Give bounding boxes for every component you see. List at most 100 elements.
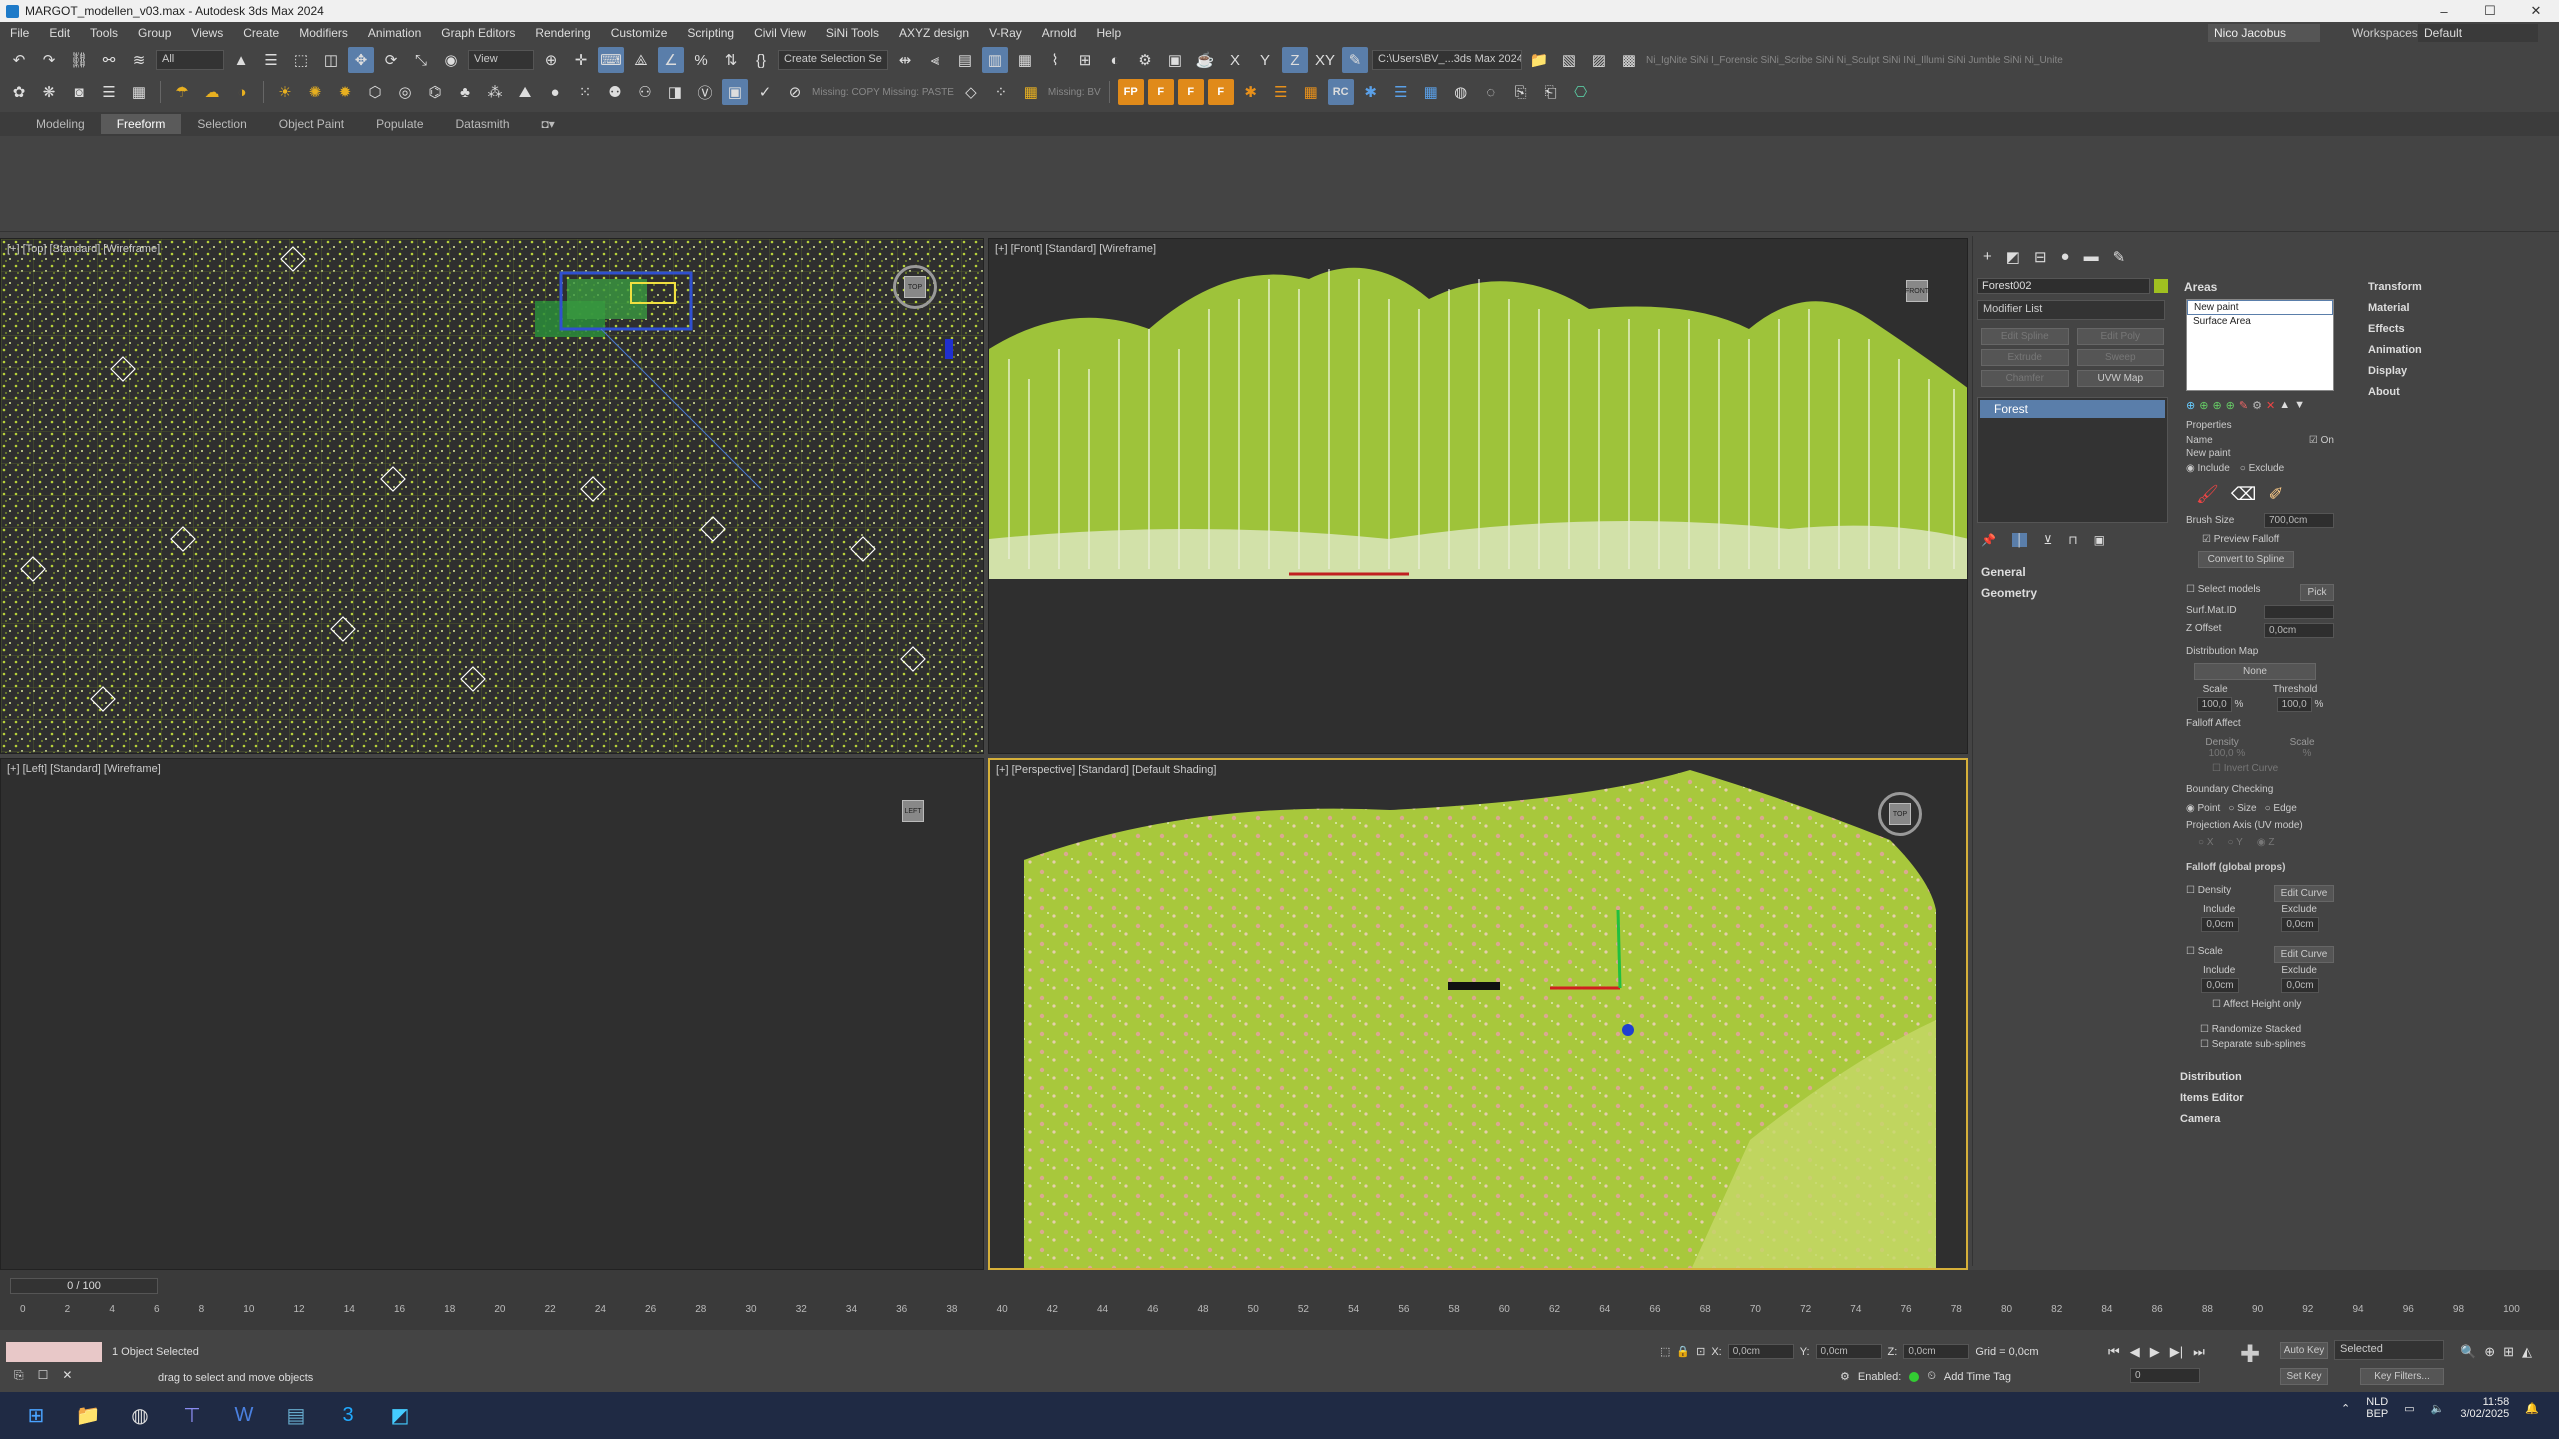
paint-brush-tool-icon[interactable]: 🖌: [2196, 484, 2219, 505]
ribbon-options-icon[interactable]: ◘▾: [526, 114, 571, 134]
percent-snap-icon[interactable]: %: [688, 47, 714, 73]
affect-height-checkbox[interactable]: ☐: [2212, 999, 2221, 1010]
scene-icon-1[interactable]: ▧: [1556, 47, 1582, 73]
edge-radio[interactable]: ○: [2265, 803, 2271, 814]
ribbon-tab-populate[interactable]: Populate: [360, 114, 439, 134]
app-icon[interactable]: ▤: [280, 1400, 312, 1432]
lock-icon[interactable]: 🔒: [1676, 1345, 1690, 1358]
pick-button[interactable]: Pick: [2300, 584, 2334, 601]
tool-blue-icon-2[interactable]: ☰: [1388, 79, 1414, 105]
modifier-list-dropdown[interactable]: Modifier List: [1977, 300, 2165, 320]
brush-size-spinner[interactable]: 700,0cm: [2264, 513, 2334, 528]
menu-graph-editors[interactable]: Graph Editors: [431, 26, 525, 40]
zoom-all-icon[interactable]: ⊕: [2484, 1344, 2495, 1360]
windows-start-icon[interactable]: ⊞: [20, 1400, 52, 1432]
vray-camera-icon[interactable]: ◨: [662, 79, 688, 105]
include-radio[interactable]: ◉: [2186, 463, 2195, 474]
area-item-new-paint[interactable]: New paint: [2187, 300, 2333, 315]
paint-brush-icon[interactable]: ✿: [6, 79, 32, 105]
area-name-field[interactable]: New paint: [2172, 448, 2348, 459]
modify-tab-icon[interactable]: ◩: [2006, 248, 2020, 266]
go-to-start-icon[interactable]: ⏮: [2108, 1344, 2120, 1360]
select-rotate-icon[interactable]: ⟳: [378, 47, 404, 73]
f-button-1[interactable]: F: [1147, 79, 1174, 105]
rc-button[interactable]: RC: [1327, 79, 1354, 105]
density-spinner[interactable]: 100,0: [2209, 748, 2234, 759]
script-icon-1[interactable]: ⎘: [1508, 79, 1534, 105]
move-up-icon[interactable]: ▲: [2279, 399, 2290, 412]
scene-icon-2[interactable]: ▨: [1586, 47, 1612, 73]
toggle-ribbon-icon[interactable]: ▦: [1012, 47, 1038, 73]
x-coordinate-field[interactable]: 0,0cm: [1727, 1344, 1794, 1359]
f-button-3[interactable]: F: [1207, 79, 1234, 105]
scene-states-icon[interactable]: ▦: [126, 79, 152, 105]
menu-file[interactable]: File: [0, 26, 39, 40]
ribbon-tab-modeling[interactable]: Modeling: [20, 114, 101, 134]
minimize-button[interactable]: –: [2421, 0, 2467, 22]
menu-tools[interactable]: Tools: [80, 26, 128, 40]
menu-sini-tools[interactable]: SiNi Tools: [816, 26, 889, 40]
notification-bell-icon[interactable]: 🔔: [2525, 1402, 2539, 1415]
project-path-dropdown[interactable]: C:\Users\BV_...3ds Max 2024: [1372, 50, 1522, 70]
pivot-center-icon[interactable]: ⊕: [538, 47, 564, 73]
render-production-icon[interactable]: ☕: [1192, 47, 1218, 73]
script-icon-3[interactable]: ⎔: [1568, 79, 1594, 105]
make-unique-icon[interactable]: ⊻: [2043, 533, 2052, 547]
uvw-map-button[interactable]: UVW Map: [2076, 370, 2164, 387]
menu-help[interactable]: Help: [1086, 26, 1131, 40]
density-exclude-spinner[interactable]: 0,0cm: [2281, 917, 2319, 932]
menu-create[interactable]: Create: [233, 26, 289, 40]
time-tag-icon[interactable]: ⏲: [1927, 1370, 1936, 1383]
area-settings-icon[interactable]: ⚙: [2252, 399, 2262, 412]
proj-z-radio[interactable]: ◉: [2257, 837, 2266, 848]
viewport-front-label[interactable]: [+] [Front] [Standard] [Wireframe]: [995, 243, 1156, 255]
link-icon[interactable]: ⛓: [66, 47, 92, 73]
show-end-result-icon[interactable]: │: [2011, 533, 2028, 547]
terrain-icon[interactable]: ⛰: [512, 79, 538, 105]
zoom-icon[interactable]: 🔍: [2460, 1344, 2476, 1360]
tool-blue-icon-3[interactable]: ▦: [1418, 79, 1444, 105]
light-icon[interactable]: ☂: [169, 79, 195, 105]
select-place-icon[interactable]: ◉: [438, 47, 464, 73]
set-key-plus-icon[interactable]: ✚: [2240, 1340, 2260, 1369]
on-checkbox[interactable]: ☑: [2309, 435, 2318, 446]
absolute-mode-icon[interactable]: ⊡: [1696, 1345, 1705, 1358]
sun-icon[interactable]: ◑: [229, 79, 255, 105]
tool-orange-icon-1[interactable]: ✱: [1238, 79, 1264, 105]
y-coordinate-field[interactable]: 0,0cm: [1815, 1344, 1882, 1359]
scale-edit-curve-button[interactable]: Edit Curve: [2274, 946, 2334, 963]
extrude-button[interactable]: Extrude: [1981, 349, 2069, 366]
viewport-left-label[interactable]: [+] [Left] [Standard] [Wireframe]: [7, 763, 161, 775]
time-slider[interactable]: 0 / 100: [10, 1278, 158, 1294]
grid-icon[interactable]: ▦: [1018, 79, 1044, 105]
named-selection-dropdown[interactable]: Create Selection Se: [778, 50, 888, 70]
select-object-icon[interactable]: ▲: [228, 47, 254, 73]
script-icon[interactable]: ⎘: [14, 1368, 24, 1383]
density-include-spinner[interactable]: 0,0cm: [2201, 917, 2239, 932]
material-sphere-icon[interactable]: ●: [542, 79, 568, 105]
box-icon[interactable]: ⬡: [362, 79, 388, 105]
check-icon[interactable]: ✓: [752, 79, 778, 105]
rollout-geometry[interactable]: Geometry: [1973, 582, 2172, 603]
list-icon[interactable]: ☰: [96, 79, 122, 105]
next-frame-icon[interactable]: ▶|: [2170, 1344, 2183, 1360]
menu-vray[interactable]: V-Ray: [979, 26, 1032, 40]
snaps-toggle-icon[interactable]: ⟁: [628, 47, 654, 73]
tool-orange-icon-3[interactable]: ▦: [1298, 79, 1324, 105]
word-icon[interactable]: W: [228, 1400, 260, 1432]
viewport-perspective[interactable]: [+] [Perspective] [Standard] [Default Sh…: [988, 758, 1968, 1270]
viewport-perspective-label[interactable]: [+] [Perspective] [Standard] [Default Sh…: [996, 764, 1216, 776]
grass-icon[interactable]: ⁂: [482, 79, 508, 105]
rollout-material[interactable]: Material: [2360, 297, 2550, 318]
invert-curve-checkbox[interactable]: ☐: [2212, 763, 2221, 774]
utilities-tab-icon[interactable]: ✎: [2113, 248, 2126, 266]
project-folder-icon[interactable]: 📁: [1526, 47, 1552, 73]
redo-icon[interactable]: ↷: [36, 47, 62, 73]
window-crossing-icon[interactable]: ◫: [318, 47, 344, 73]
viewcube-top[interactable]: TOP: [893, 265, 937, 309]
multi-sphere-icon[interactable]: ⁙: [572, 79, 598, 105]
hierarchy-tab-icon[interactable]: ⊟: [2034, 248, 2047, 266]
convert-to-spline-button[interactable]: Convert to Spline: [2198, 551, 2294, 568]
rectangular-selection-icon[interactable]: ⬚: [288, 47, 314, 73]
density-edit-curve-button[interactable]: Edit Curve: [2274, 885, 2334, 902]
